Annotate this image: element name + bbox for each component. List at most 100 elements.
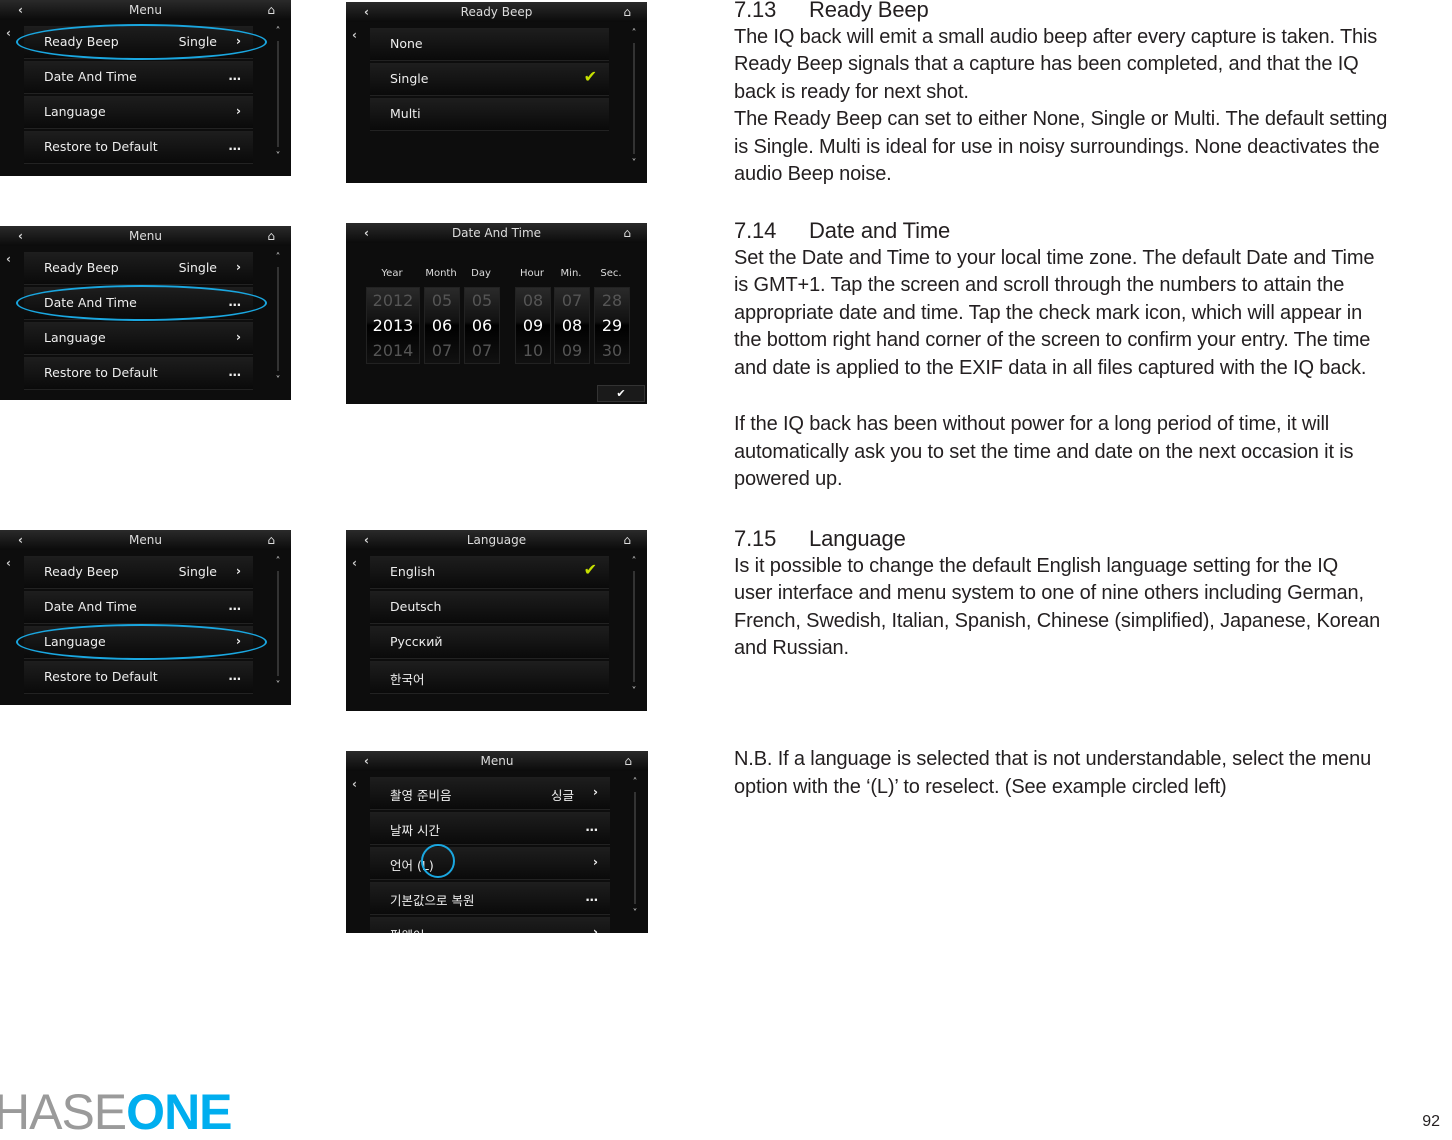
picker-value: 08 (522, 291, 544, 310)
row-label: English (390, 564, 436, 579)
more-dots-icon: … (228, 68, 242, 83)
row-label: Русский (390, 634, 443, 649)
home-icon[interactable]: ⌂ (267, 0, 275, 20)
menu-row[interactable]: Date And Time… (24, 61, 253, 94)
menu-row[interactable]: 펌웨어 › (370, 917, 610, 933)
back-button[interactable]: ‹ (18, 530, 23, 550)
scroll-down-icon[interactable]: ˅ (629, 686, 639, 697)
screen-language: ‹ Language ⌂ ‹ English ✔ Deutsch Русский 한국어 ˄ ˅ (346, 530, 647, 711)
scroll-down-icon[interactable]: ˅ (273, 680, 283, 691)
side-back-icon[interactable]: ‹ (6, 26, 11, 40)
scroll-up-icon[interactable]: ˄ (629, 556, 639, 567)
scroll-track (633, 43, 635, 154)
section-title: Date and Time (809, 218, 951, 243)
back-button[interactable]: ‹ (364, 530, 369, 550)
menu-row[interactable]: Language › (24, 322, 253, 355)
highlight-circle (16, 624, 267, 660)
picker-column[interactable]: 05 06 07 (464, 287, 500, 364)
scrollbar[interactable]: ˄ ˅ (273, 26, 283, 172)
menu-row[interactable]: 한국어 (370, 661, 609, 694)
screen-title: Language (466, 533, 527, 547)
menu-row[interactable]: Language › (24, 96, 253, 129)
home-icon[interactable]: ⌂ (624, 751, 632, 771)
paragraph: Is it possible to change the default Eng… (734, 553, 1380, 663)
side-back-icon[interactable]: ‹ (352, 777, 357, 791)
menu-row[interactable]: 기본값으로 복원… (370, 882, 610, 915)
scroll-up-icon[interactable]: ˄ (629, 28, 639, 39)
scroll-down-icon[interactable]: ˅ (629, 158, 639, 169)
back-button[interactable]: ‹ (18, 226, 23, 246)
picker-value: 05 (471, 291, 493, 310)
chevron-right-icon: › (592, 854, 598, 869)
scroll-down-icon[interactable]: ˅ (630, 908, 640, 919)
home-icon[interactable]: ⌂ (267, 530, 275, 550)
menu-row[interactable]: Ready Beep Single › (24, 556, 253, 589)
home-icon[interactable]: ⌂ (623, 223, 631, 243)
title-bar: ‹ Ready Beep ⌂ (346, 2, 647, 22)
row-label: Deutsch (390, 599, 442, 614)
scroll-up-icon[interactable]: ˄ (273, 556, 283, 567)
side-back-icon[interactable]: ‹ (352, 28, 357, 42)
text-line: is Single. Multi is ideal for use in noi… (734, 135, 1380, 158)
row-label: 기본값으로 복원 (390, 893, 475, 908)
menu-row[interactable]: Restore to Default… (24, 131, 253, 164)
power-paragraph: If the IQ back has been without power fo… (734, 411, 1354, 494)
screen-title: Menu (480, 754, 514, 768)
text-line: N.B. If a language is selected that is n… (734, 748, 1372, 770)
picker-column[interactable]: 28 29 30 (594, 287, 630, 364)
scrollbar[interactable]: ˄ ˅ (629, 556, 639, 707)
side-back-icon[interactable]: ‹ (6, 252, 11, 266)
menu-row[interactable]: Ready Beep Single › (24, 252, 253, 285)
row-label: Ready Beep (44, 260, 119, 275)
menu-row[interactable]: Single ✔ (370, 63, 609, 96)
scroll-down-icon[interactable]: ˅ (273, 151, 283, 162)
screen-title: Menu (129, 229, 162, 243)
text-line: is GMT+1. Tap the screen and scroll thro… (734, 274, 1345, 296)
home-icon[interactable]: ⌂ (267, 226, 275, 246)
column-header: Month (425, 268, 457, 279)
back-button[interactable]: ‹ (18, 0, 23, 20)
chevron-right-icon: › (235, 563, 241, 578)
menu-row[interactable]: Date And Time… (24, 591, 253, 624)
scroll-up-icon[interactable]: ˄ (630, 777, 640, 788)
picker-value: 09 (561, 341, 583, 360)
home-icon[interactable]: ⌂ (623, 530, 631, 550)
text-line: audio Beep noise. (734, 163, 892, 185)
scroll-down-icon[interactable]: ˅ (273, 375, 283, 386)
more-dots-icon: … (228, 668, 242, 683)
picker-column[interactable]: 08 09 10 (515, 287, 551, 364)
picker-column[interactable]: 2012 2013 2014 (366, 287, 420, 364)
menu-row[interactable]: None (370, 28, 609, 61)
scroll-track (277, 41, 279, 147)
menu-row[interactable]: English ✔ (370, 556, 609, 589)
paragraph: Set the Date and Time to your local time… (734, 245, 1374, 383)
menu-row[interactable]: Restore to Default… (24, 661, 253, 694)
menu-row[interactable]: Deutsch (370, 591, 609, 624)
scrollbar[interactable]: ˄ ˅ (273, 252, 283, 396)
row-label: 촬영 준비음 (390, 788, 452, 803)
confirm-check-button[interactable]: ✔ (597, 385, 645, 402)
side-back-icon[interactable]: ‹ (352, 556, 357, 570)
scrollbar[interactable]: ˄ ˅ (630, 777, 640, 929)
screen-menu-language: ‹ Menu ⌂ ‹ Ready Beep Single › Date And Time… La… (0, 530, 291, 705)
menu-row[interactable]: Multi (370, 98, 609, 131)
scrollbar[interactable]: ˄ ˅ (273, 556, 283, 701)
home-icon[interactable]: ⌂ (623, 2, 631, 22)
side-back-icon[interactable]: ‹ (6, 556, 11, 570)
row-label: Restore to Default (44, 365, 158, 380)
scroll-up-icon[interactable]: ˄ (273, 252, 283, 263)
scrollbar[interactable]: ˄ ˅ (629, 28, 639, 179)
menu-row[interactable]: 촬영 준비음 싱글 › (370, 777, 610, 810)
back-button[interactable]: ‹ (364, 751, 369, 771)
menu-row[interactable]: Русский (370, 626, 609, 659)
text-line: user interface and menu system to one of… (734, 582, 1364, 604)
back-button[interactable]: ‹ (364, 223, 369, 243)
picker-column[interactable]: 05 06 07 (424, 287, 460, 364)
picker-column[interactable]: 07 08 09 (554, 287, 590, 364)
text-line: The IQ back will emit a small audio beep… (734, 25, 1378, 48)
back-button[interactable]: ‹ (364, 2, 369, 22)
menu-row[interactable]: Restore to Default… (24, 357, 253, 390)
menu-row[interactable]: 언어 (L) › (370, 847, 610, 880)
menu-row[interactable]: 날짜 시간… (370, 812, 610, 845)
scroll-up-icon[interactable]: ˄ (273, 26, 283, 37)
